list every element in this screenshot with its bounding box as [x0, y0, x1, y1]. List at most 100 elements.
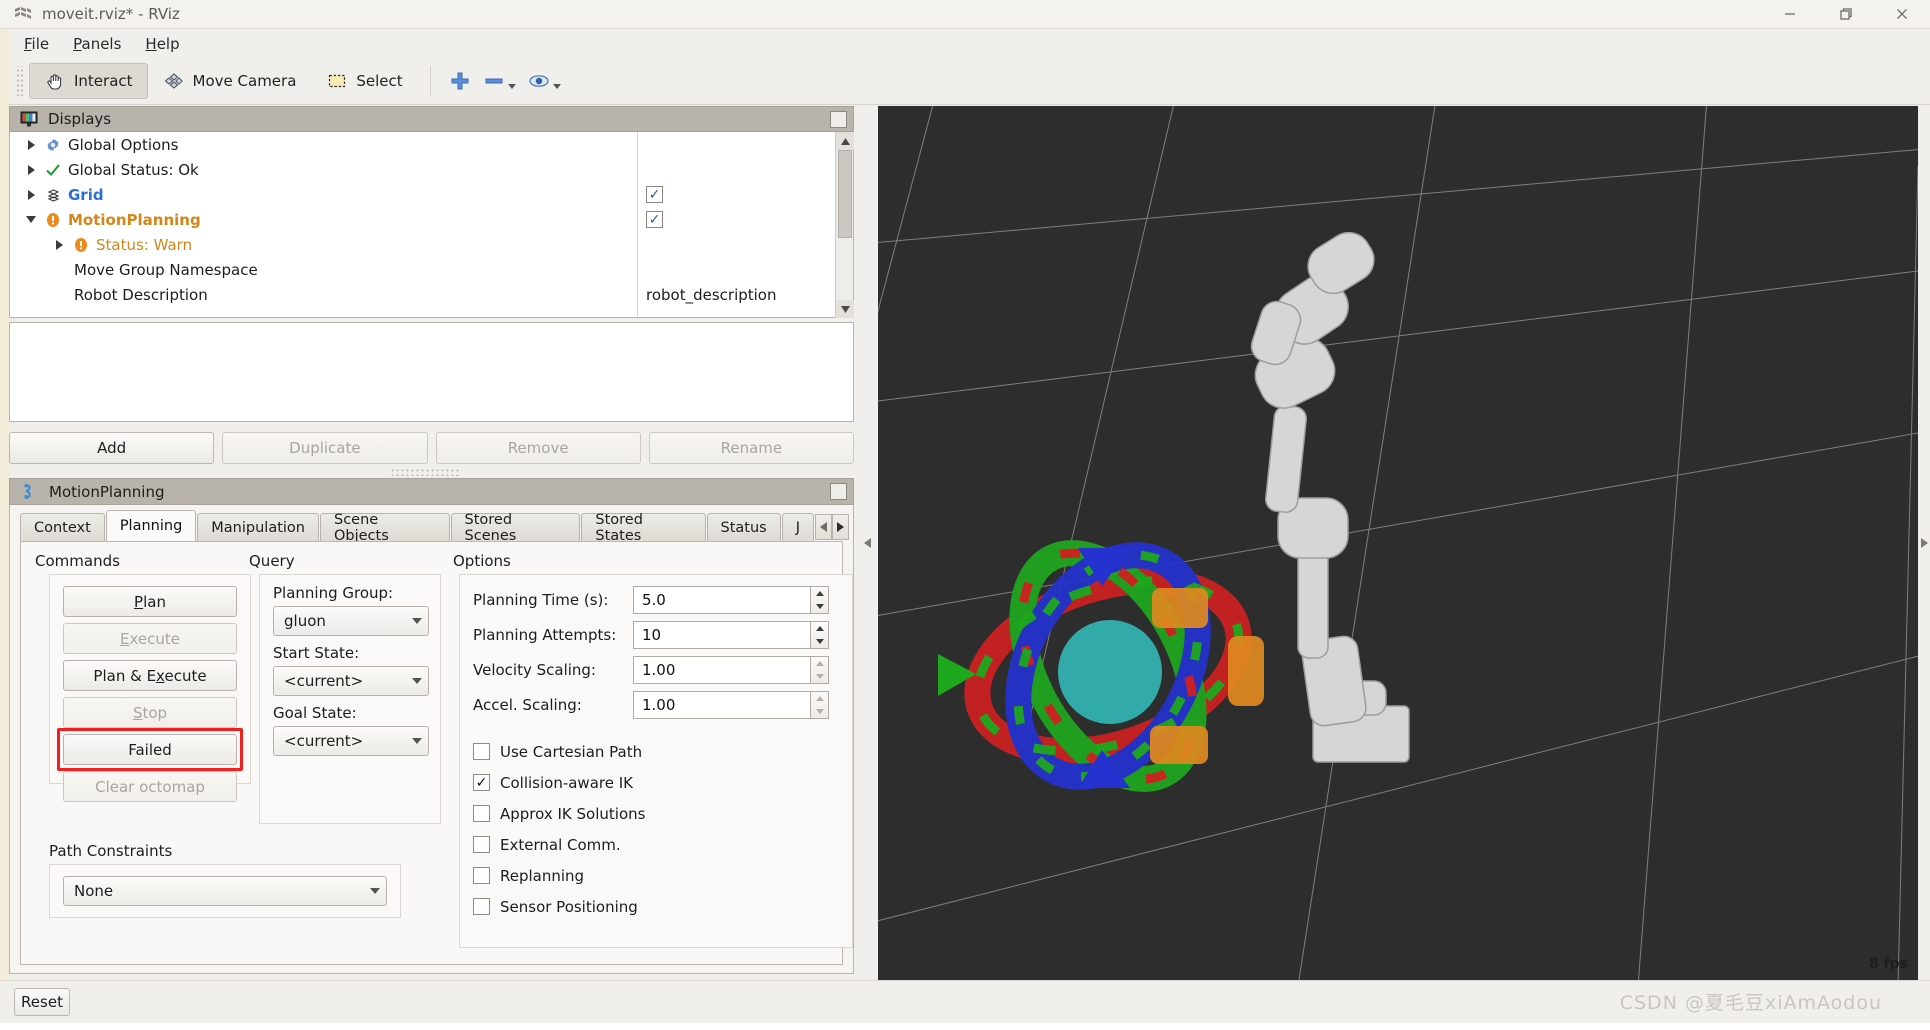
display-row-motionplanning[interactable]: MotionPlanning [10, 207, 637, 232]
menu-file[interactable]: File [12, 32, 61, 56]
stepper-down-icon[interactable] [811, 600, 828, 613]
collision-aware-ik-row[interactable]: ✓ Collision-aware IK [473, 767, 645, 798]
panel-splitter-handle[interactable] [390, 468, 460, 476]
chevron-right-icon[interactable] [52, 238, 66, 252]
close-icon[interactable] [1874, 0, 1930, 29]
checkbox-unchecked[interactable] [473, 836, 490, 853]
tool-remove-button[interactable] [477, 62, 522, 100]
planning-time-input[interactable]: 5.0 [633, 586, 811, 614]
clear-octomap-button[interactable]: Clear octomap [63, 771, 237, 802]
maximize-icon[interactable] [1818, 0, 1874, 29]
tool-add-button[interactable] [443, 62, 477, 100]
tool-select-button[interactable]: Select [311, 63, 417, 99]
chevron-down-icon[interactable] [507, 83, 516, 89]
tab-context[interactable]: Context [20, 513, 105, 541]
remove-button[interactable]: Remove [435, 432, 641, 464]
displays-panel-float-button[interactable] [830, 110, 847, 128]
plan-button[interactable]: Plan [63, 586, 237, 617]
tab-scene-objects[interactable]: Scene Objects [319, 512, 450, 544]
display-row-move-group-namespace[interactable]: Move Group Namespace [10, 257, 637, 282]
checkbox-unchecked[interactable] [473, 867, 490, 884]
duplicate-button[interactable]: Duplicate [222, 432, 428, 464]
displays-tree-scrollbar[interactable] [835, 132, 854, 318]
tool-move-camera-button[interactable]: Move Camera [148, 63, 312, 99]
rename-button[interactable]: Rename [648, 432, 854, 464]
planning-attempts-stepper[interactable] [811, 621, 829, 649]
display-row-grid[interactable]: Grid [10, 182, 637, 207]
sensor-positioning-row[interactable]: Sensor Positioning [473, 891, 645, 922]
tab-stored-scenes[interactable]: Stored Scenes [450, 512, 581, 544]
display-row-global-status[interactable]: Global Status: Ok [10, 157, 637, 182]
checkbox-unchecked[interactable] [473, 898, 490, 915]
menu-help[interactable]: Help [133, 32, 191, 56]
use-cartesian-path-row[interactable]: Use Cartesian Path [473, 736, 645, 767]
collision-aware-ik-label: Collision-aware IK [500, 773, 633, 792]
goal-state-combo[interactable]: <current> [273, 726, 429, 756]
display-row-global-options[interactable]: Global Options [10, 132, 637, 157]
planning-group-combo[interactable]: gluon [273, 606, 429, 636]
display-row-robot-description[interactable]: Robot Description [10, 282, 637, 307]
planning-time-stepper[interactable] [811, 586, 829, 614]
scrollbar-thumb[interactable] [838, 150, 852, 238]
checkbox-checked[interactable]: ✓ [646, 211, 663, 228]
planning-status-failed[interactable]: Failed [63, 734, 237, 765]
planning-attempts-input[interactable]: 10 [633, 621, 811, 649]
chevron-left-icon[interactable] [815, 514, 832, 540]
tool-interact-button[interactable]: Interact [29, 63, 148, 99]
scroll-up-icon[interactable] [836, 132, 854, 150]
chevron-right-icon[interactable] [1920, 538, 1928, 548]
stepper-up-icon[interactable] [811, 622, 828, 635]
stepper-up-icon[interactable] [811, 587, 828, 600]
chevron-right-icon[interactable] [24, 138, 38, 152]
velocity-scaling-stepper[interactable] [811, 656, 829, 684]
path-constraints-combo[interactable]: None [63, 876, 387, 906]
motion-planning-float-button[interactable] [830, 483, 847, 500]
external-comm-row[interactable]: External Comm. [473, 829, 645, 860]
checkbox-unchecked[interactable] [473, 743, 490, 760]
execute-button[interactable]: Execute [63, 623, 237, 654]
chevron-left-icon[interactable] [863, 538, 871, 548]
replanning-row[interactable]: Replanning [473, 860, 645, 891]
display-value-move-group-namespace[interactable] [638, 257, 853, 282]
display-row-status-warn[interactable]: Status: Warn [10, 232, 637, 257]
stepper-down-icon[interactable] [811, 705, 828, 718]
chevron-right-icon[interactable] [24, 163, 38, 177]
stepper-up-icon[interactable] [811, 657, 828, 670]
approx-ik-solutions-row[interactable]: Approx IK Solutions [473, 798, 645, 829]
chevron-down-icon[interactable] [24, 213, 38, 227]
stepper-down-icon[interactable] [811, 635, 828, 648]
chevron-down-icon[interactable] [552, 83, 561, 89]
tab-status[interactable]: Status [706, 513, 781, 541]
velocity-scaling-input[interactable]: 1.00 [633, 656, 811, 684]
right-splitter[interactable] [1918, 106, 1930, 980]
tab-manipulation[interactable]: Manipulation [197, 513, 319, 541]
add-button[interactable]: Add [9, 432, 215, 464]
tool-focus-camera-button[interactable] [522, 62, 567, 100]
checkbox-checked[interactable]: ✓ [473, 774, 490, 791]
display-value-robot-description[interactable]: robot_description [638, 282, 853, 307]
plan-and-execute-button[interactable]: Plan & Execute [63, 660, 237, 691]
tab-planning[interactable]: Planning [105, 510, 197, 541]
tab-joints[interactable]: J [781, 513, 814, 541]
checkbox-checked[interactable]: ✓ [646, 186, 663, 203]
menu-panels[interactable]: Panels [61, 32, 133, 56]
tab-stored-states[interactable]: Stored States [581, 512, 706, 544]
chevron-right-icon[interactable] [832, 514, 849, 540]
reset-button[interactable]: Reset [14, 988, 70, 1016]
start-state-combo[interactable]: <current> [273, 666, 429, 696]
checkbox-unchecked[interactable] [473, 805, 490, 822]
stop-button[interactable]: Stop [63, 697, 237, 728]
scroll-down-icon[interactable] [836, 300, 854, 318]
left-splitter[interactable] [860, 106, 874, 980]
toolbar-grip[interactable] [15, 66, 25, 96]
chevron-right-icon[interactable] [24, 188, 38, 202]
display-checkbox-grid[interactable]: ✓ [638, 182, 853, 207]
stepper-down-icon[interactable] [811, 670, 828, 683]
accel-scaling-input[interactable]: 1.00 [633, 691, 811, 719]
minimize-icon[interactable] [1762, 0, 1818, 29]
stepper-up-icon[interactable] [811, 692, 828, 705]
accel-scaling-stepper[interactable] [811, 691, 829, 719]
display-checkbox-motionplanning[interactable]: ✓ [638, 207, 853, 232]
3d-render-view[interactable]: 8 fps [878, 106, 1918, 980]
tool-move-camera-label: Move Camera [192, 72, 297, 90]
